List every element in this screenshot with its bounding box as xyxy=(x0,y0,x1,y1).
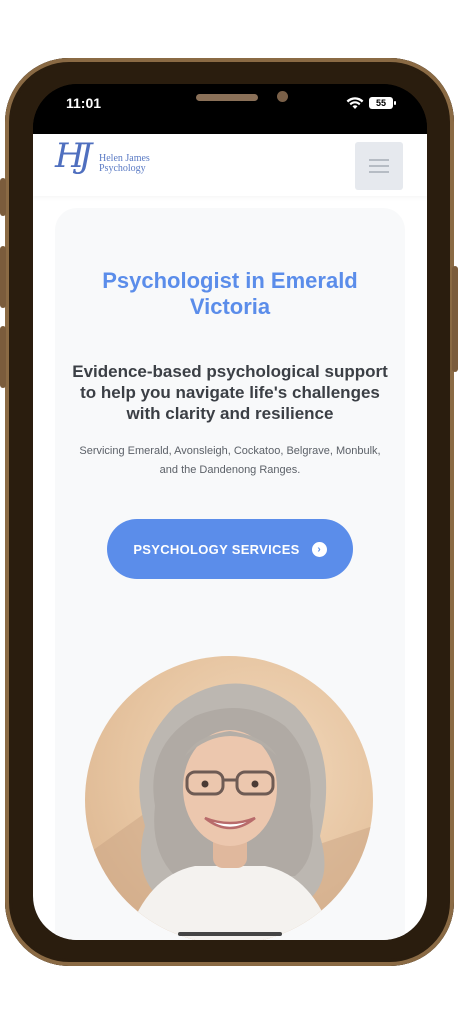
menu-bar-icon xyxy=(369,159,389,161)
cta-label: PSYCHOLOGY SERVICES xyxy=(133,541,300,557)
home-indicator xyxy=(178,932,282,936)
speaker-grille xyxy=(196,94,258,101)
status-time: 11:01 xyxy=(66,95,102,111)
battery-icon: 55 xyxy=(369,97,396,109)
menu-bar-icon xyxy=(369,165,389,167)
service-areas-line-1: Servicing Emerald, Avonsleigh, Cockatoo,… xyxy=(79,445,381,457)
hamburger-menu-button[interactable] xyxy=(355,142,403,190)
hero-title: Psychologist in Emerald Victoria xyxy=(55,268,405,320)
hero-subtitle-line-1: Evidence-based psychological support xyxy=(72,362,388,381)
hero-subtitle: Evidence-based psychological support to … xyxy=(63,361,397,424)
hero-section: Psychologist in Emerald Victoria Evidenc… xyxy=(55,208,405,940)
phone-side-button xyxy=(0,178,6,216)
status-bar: 11:01 55 xyxy=(33,84,427,134)
phone-volume-up-button xyxy=(0,246,6,308)
web-page: HJ Helen James Psychology Psychologist i… xyxy=(33,134,427,940)
hero-title-line-1: Psychologist in Emerald xyxy=(102,268,358,293)
phone-power-button xyxy=(452,266,458,372)
chevron-circle-right-icon: › xyxy=(311,541,327,557)
wifi-icon xyxy=(346,97,364,109)
site-logo[interactable]: HJ Helen James Psychology xyxy=(55,136,165,186)
logo-monogram: HJ xyxy=(55,136,92,176)
logo-line-2: Psychology xyxy=(99,163,146,174)
psychology-services-button[interactable]: PSYCHOLOGY SERVICES › xyxy=(107,519,353,579)
service-areas-line-2: and the Dandenong Ranges. xyxy=(159,464,301,476)
hero-subtitle-line-3: with clarity and resilience xyxy=(126,404,334,423)
phone-screen: 11:01 55 HJ Helen James Psychology Psych… xyxy=(33,84,427,940)
portrait-photo xyxy=(85,656,373,940)
logo-wordmark: Helen James Psychology xyxy=(99,154,150,174)
hero-title-line-2: Victoria xyxy=(189,294,271,319)
site-header: HJ Helen James Psychology xyxy=(33,134,427,196)
portrait-illustration xyxy=(85,683,373,940)
menu-bar-icon xyxy=(369,171,389,173)
service-areas-text: Servicing Emerald, Avonsleigh, Cockatoo,… xyxy=(65,442,395,480)
front-camera xyxy=(277,91,288,102)
phone-volume-down-button xyxy=(0,326,6,388)
hero-subtitle-line-2: to help you navigate life's challenges xyxy=(80,383,380,402)
